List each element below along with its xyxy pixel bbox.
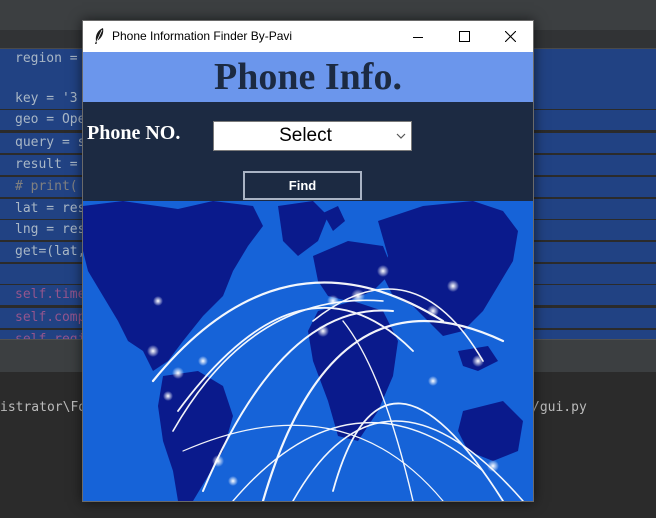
terminal-path: istrator\Fo [0,400,87,415]
close-button[interactable] [487,21,533,52]
title-bar[interactable]: Phone Information Finder By-Pavi [83,21,533,52]
app-window: Phone Information Finder By-Pavi Phone I… [82,20,534,502]
feather-icon [95,28,104,44]
page-title: Phone Info. [214,56,402,98]
input-form: Phone NO. Select Find [83,102,533,201]
maximize-icon [458,31,470,42]
close-icon [504,31,516,42]
maximize-button[interactable] [441,21,487,52]
minimize-icon [413,36,423,38]
window-title: Phone Information Finder By-Pavi [112,29,293,43]
find-button[interactable]: Find [243,171,362,200]
app-header: Phone Info. [83,52,533,102]
world-map-graphic [83,201,524,501]
terminal-file: /gui.py [532,400,587,415]
chevron-down-icon [396,133,406,139]
phone-number-label: Phone NO. [87,122,181,144]
select-value: Select [279,125,332,146]
phone-number-select[interactable]: Select [213,121,412,151]
minimize-button[interactable] [395,21,441,52]
world-map-image [83,201,533,501]
